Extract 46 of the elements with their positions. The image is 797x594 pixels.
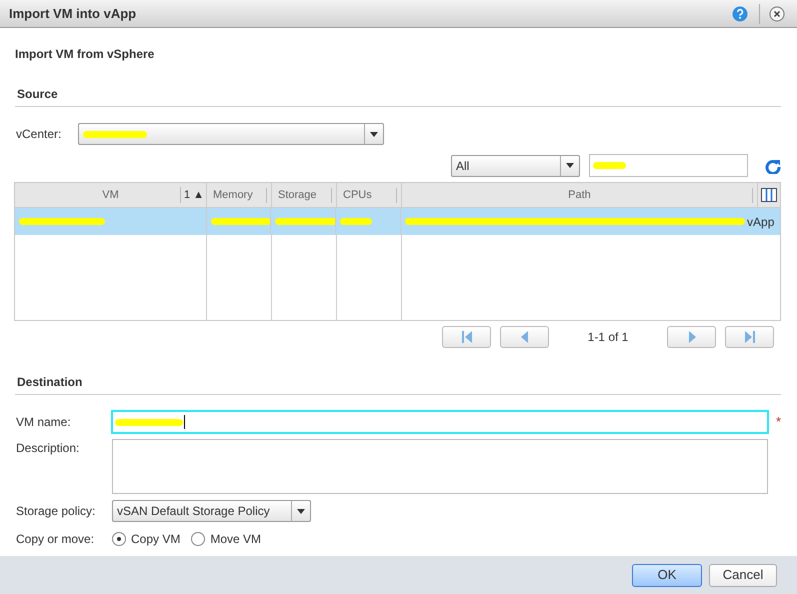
vcenter-dropdown[interactable] [78,123,384,145]
column-header[interactable]: CPUs [337,183,402,207]
radio-option[interactable]: Copy VM [112,530,180,548]
help-icon[interactable] [732,6,748,22]
column-header[interactable]: Path [402,183,758,207]
radio-button[interactable] [191,532,206,546]
required-mark: * [776,413,781,432]
dropdown-value: vSAN Default Storage Policy [117,503,270,520]
first-page-button[interactable] [442,326,491,348]
filter-dropdown[interactable]: All [451,154,580,176]
field-label: VM name: [15,414,72,431]
storage-policy-dropdown[interactable]: vSAN Default Storage Policy [112,500,311,522]
column-header[interactable]: VM 1 ▲ [15,183,207,207]
section-title: Destination [17,375,82,389]
description-field[interactable] [112,439,768,494]
last-page-icon [742,330,756,344]
first-page-icon [460,330,474,344]
vm-name-field[interactable] [110,410,769,434]
column-header[interactable]: Memory [207,183,272,207]
sort-indicator[interactable]: 1 ▲ [180,186,204,204]
field-label: Storage policy: [15,503,96,520]
dropdown-value: All [456,158,470,174]
ok-button[interactable]: OK [632,564,702,586]
field-label: Description: [15,440,80,457]
table-cell-text: vApp [747,214,774,230]
close-icon[interactable] [769,6,785,22]
page-indicator: 1-1 of 1 [586,329,630,346]
field-label: Copy or move: [15,531,96,548]
columns-icon[interactable] [761,188,777,202]
section-title: Source [17,87,58,101]
radio-option[interactable]: Move VM [191,530,262,548]
previous-page-button[interactable] [500,326,549,348]
next-page-button[interactable] [667,326,716,348]
window-title: Import VM into vApp [9,4,136,23]
table-row[interactable]: vApp [15,208,780,235]
cancel-button[interactable]: Cancel [709,564,777,586]
last-page-button[interactable] [725,326,774,348]
search-field[interactable] [589,154,748,177]
dialog-heading: Import VM from vSphere [15,46,156,63]
caret-icon [370,132,378,136]
column-header[interactable]: Storage [272,183,337,207]
radio-button[interactable] [112,532,126,546]
caret-icon [566,163,574,168]
field-label: vCenter: [16,126,62,143]
refresh-icon[interactable] [765,158,781,174]
caret-icon [297,508,305,514]
